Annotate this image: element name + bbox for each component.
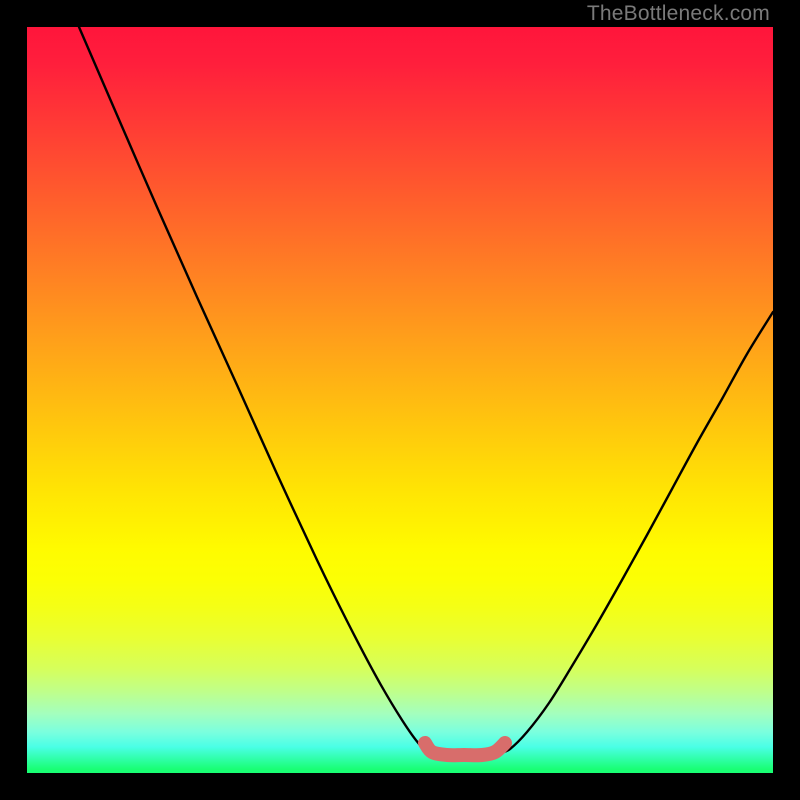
watermark-text: TheBottleneck.com	[587, 2, 770, 26]
chart-plot-area	[27, 27, 773, 773]
chart-svg	[27, 27, 773, 773]
chart-series-left-curve	[79, 27, 432, 753]
chart-series-valley-segment	[425, 743, 505, 755]
chart-series-right-curve	[500, 312, 773, 753]
